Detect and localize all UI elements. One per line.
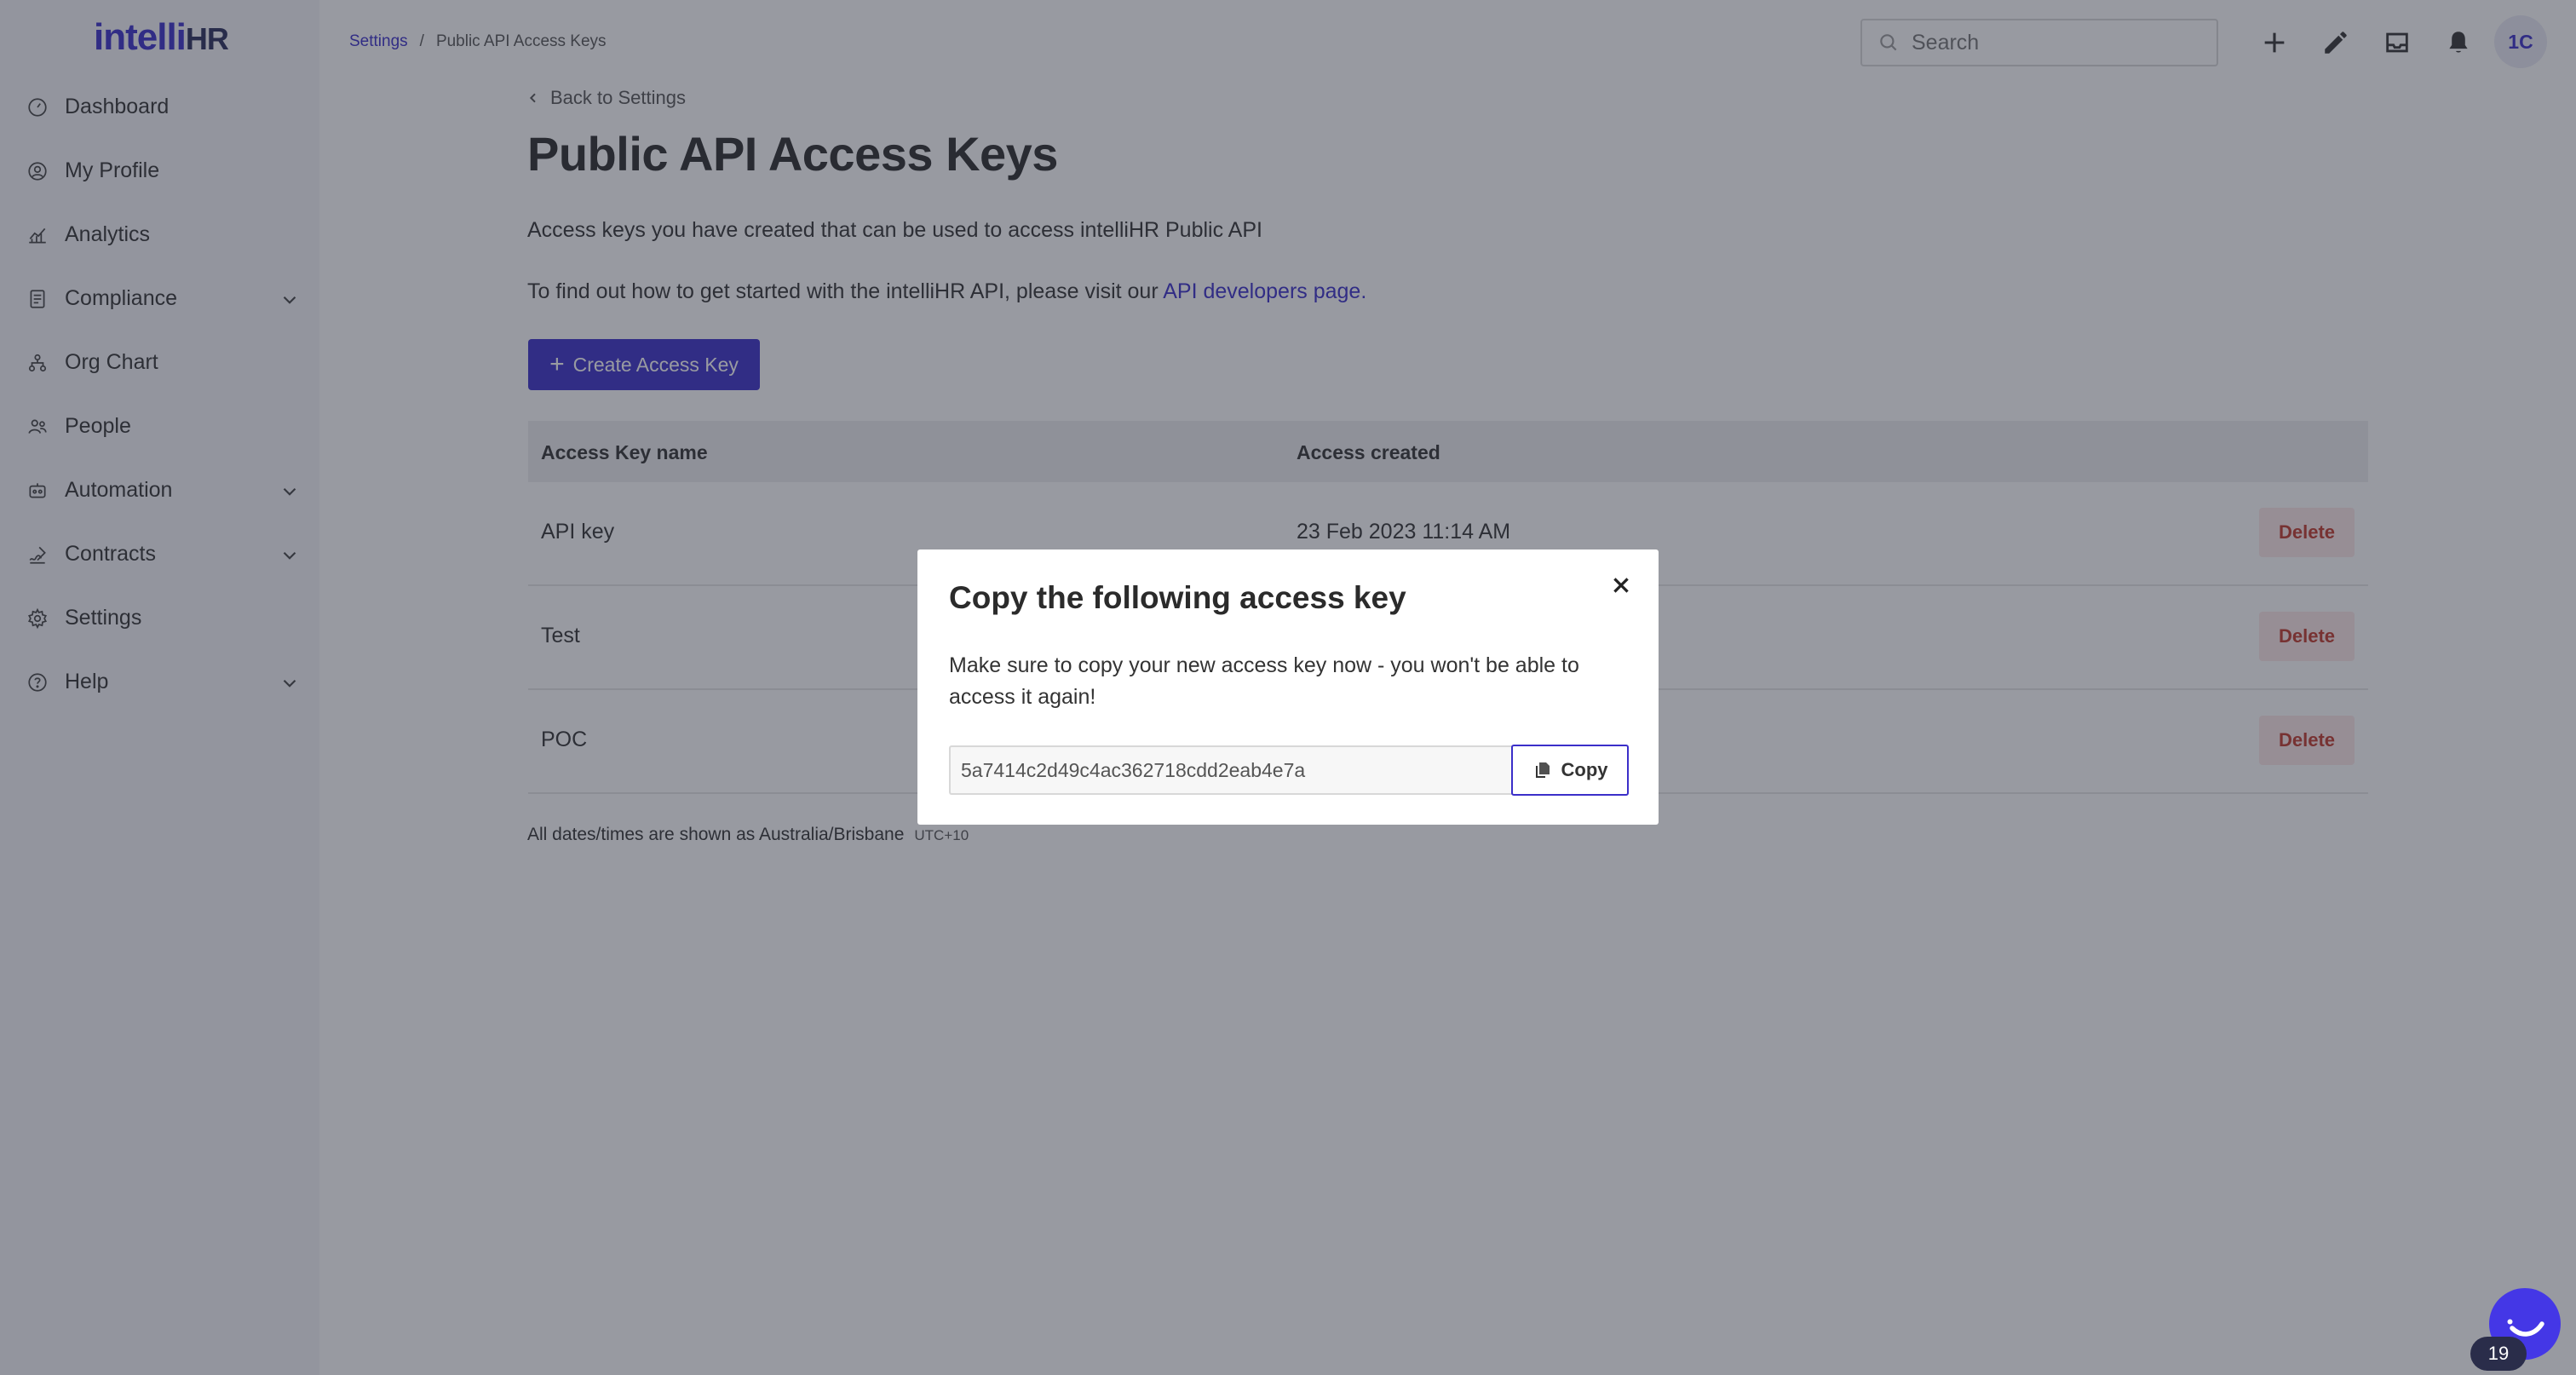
modal-message: Make sure to copy your new access key no… (949, 653, 1579, 709)
access-key-field[interactable] (949, 745, 1514, 795)
chat-notification-badge: 19 (2470, 1337, 2527, 1371)
close-icon (1613, 578, 1629, 593)
copy-button-label: Copy (1561, 759, 1608, 780)
copy-icon (1535, 762, 1550, 778)
modal-title: Copy the following access key (949, 580, 1406, 615)
copy-button[interactable]: Copy (1511, 745, 1629, 796)
modal-close-button[interactable] (1604, 568, 1638, 602)
copy-access-key-modal: Copy the following access key Make sure … (917, 549, 1659, 825)
